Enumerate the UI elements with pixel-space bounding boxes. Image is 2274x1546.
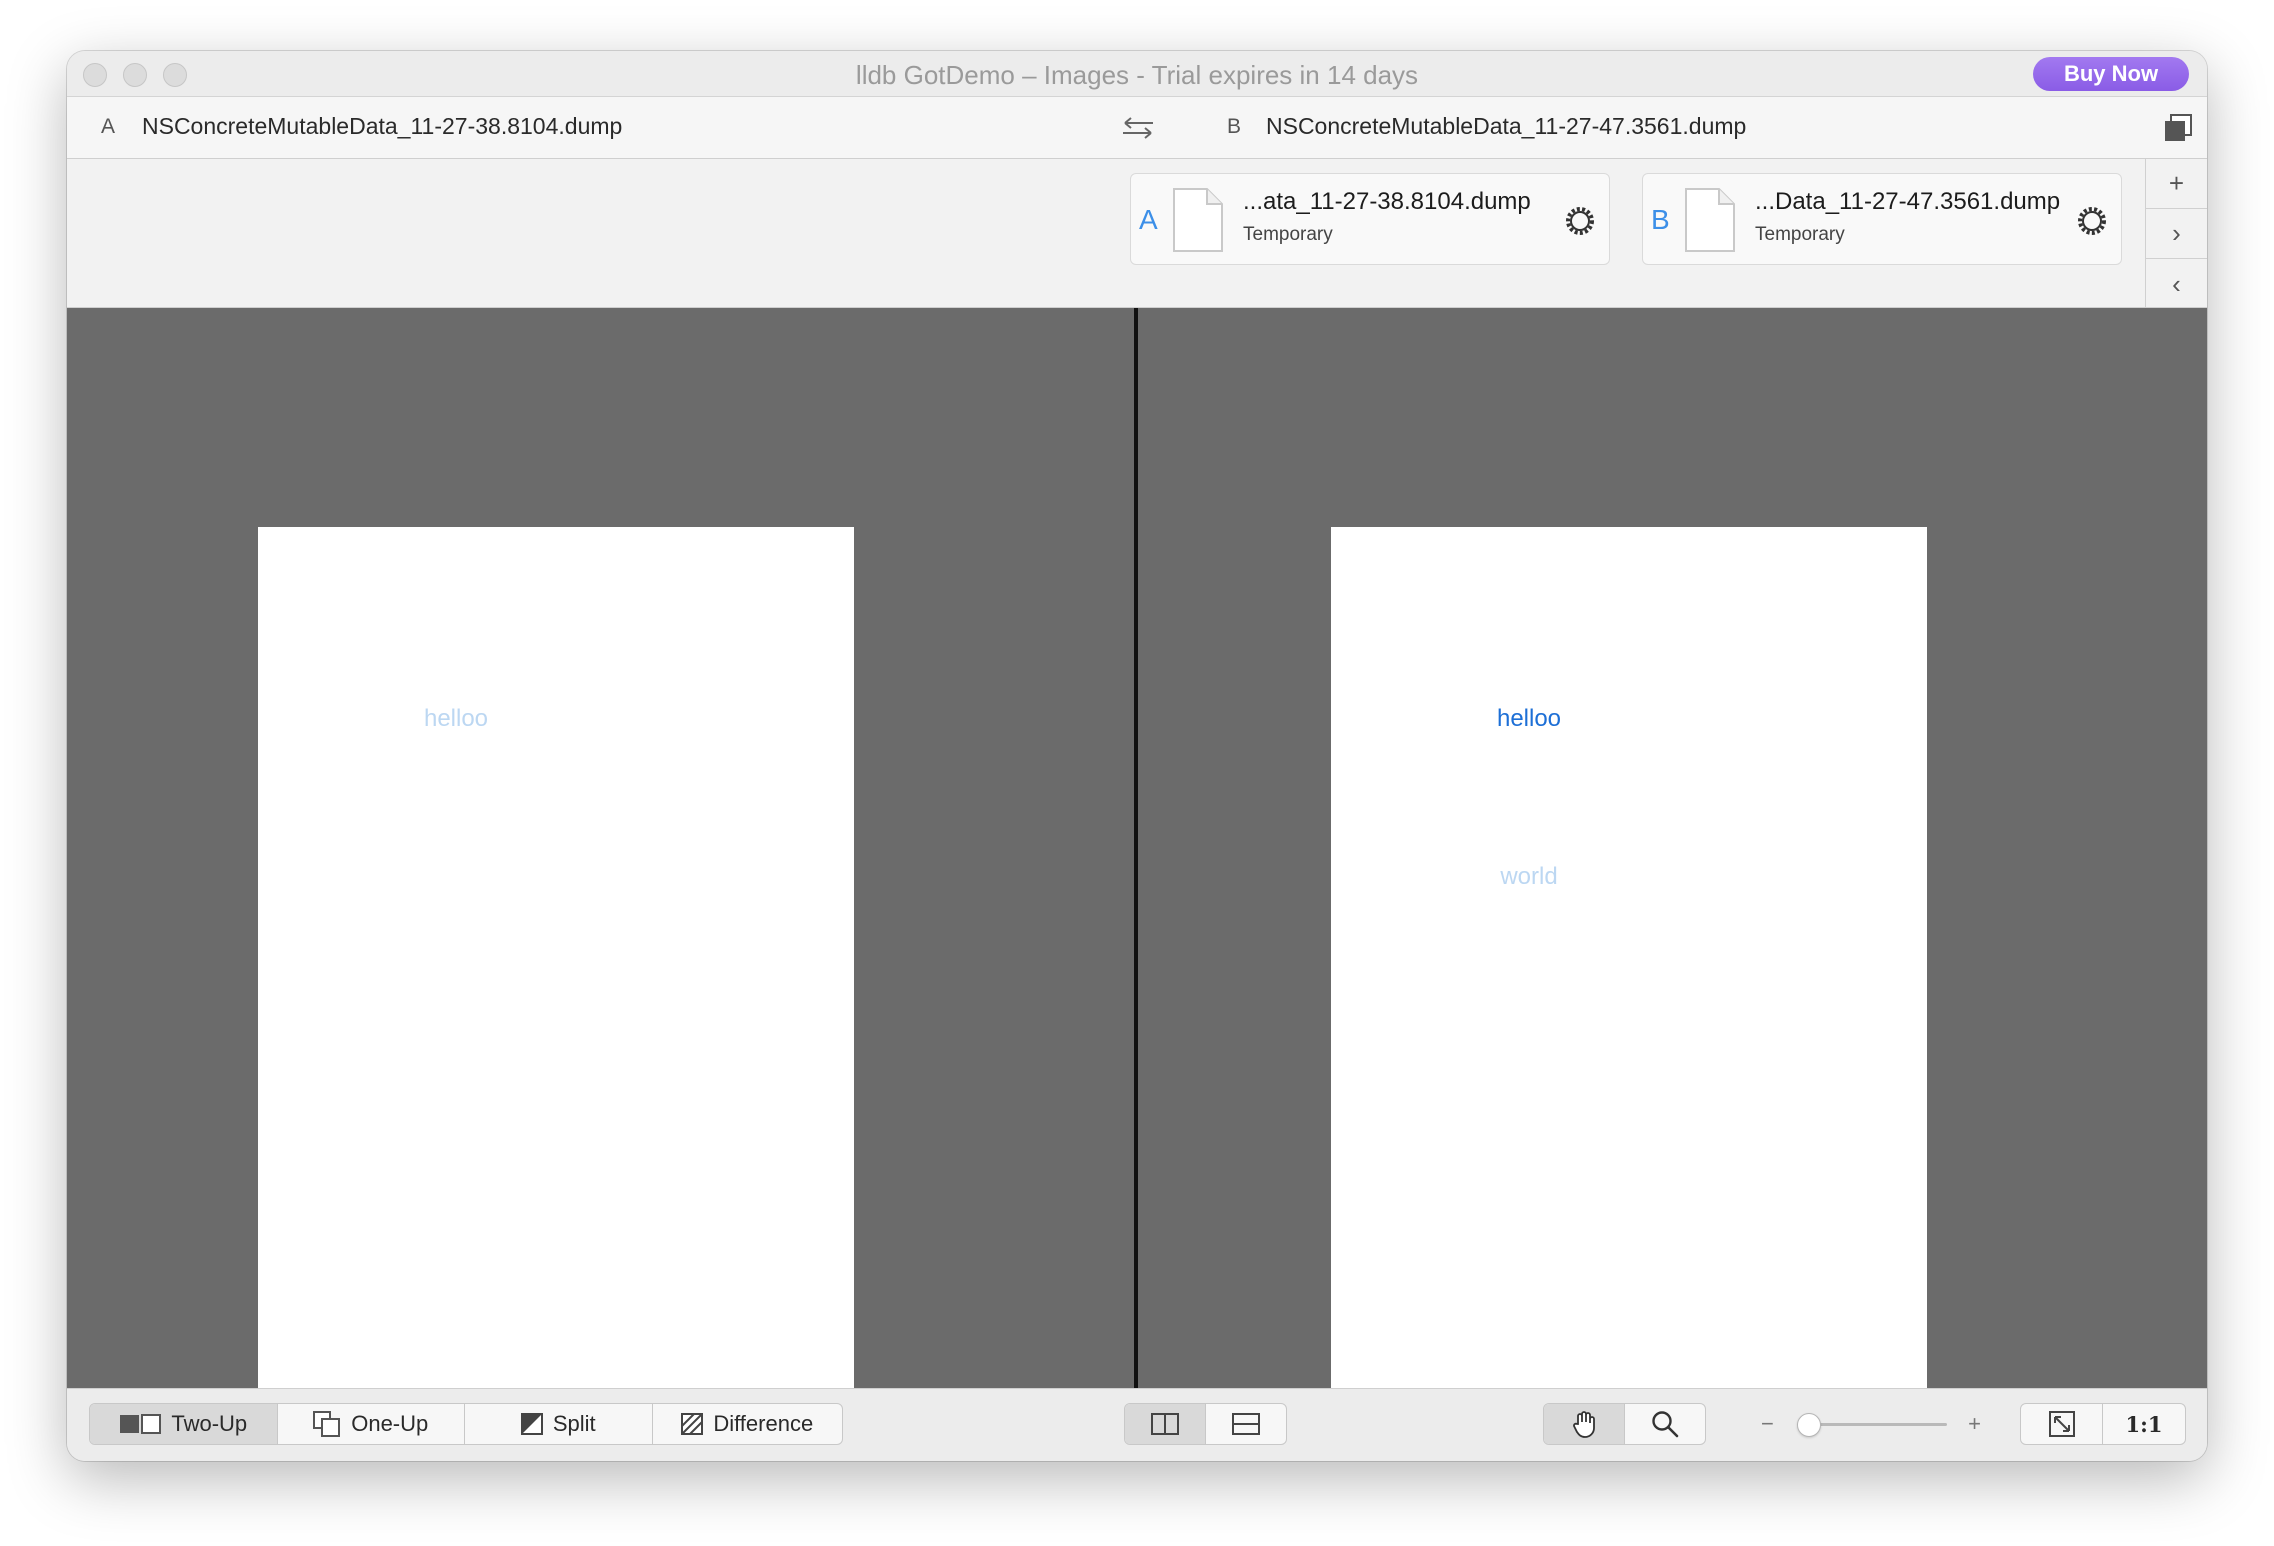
- file-card-type: Temporary: [1755, 224, 1845, 245]
- file-card-letter: B: [1651, 204, 1670, 235]
- mode-two-up[interactable]: Two-Up: [90, 1404, 278, 1444]
- zoom-in-label: +: [1968, 1411, 1981, 1436]
- file-card-letter: A: [1139, 204, 1158, 235]
- mode-one-up-label: One-Up: [351, 1411, 429, 1436]
- image-canvas[interactable]: helloo helloo world: [67, 308, 2207, 1388]
- mode-difference-label: Difference: [713, 1411, 814, 1436]
- document-icon: [1173, 188, 1223, 252]
- zoom-fit-selector: 1:1: [2020, 1403, 2186, 1445]
- swap-arrows-icon[interactable]: [1119, 115, 1157, 141]
- columns-layout-icon: [1151, 1413, 1179, 1435]
- gear-icon[interactable]: [1563, 204, 1597, 238]
- mode-split-label: Split: [552, 1411, 596, 1436]
- copy-icon[interactable]: [2163, 113, 2193, 143]
- file-card-name: ...Data_11-27-47.3561.dump: [1755, 188, 2061, 215]
- rows-layout-icon: [1232, 1413, 1260, 1435]
- split-icon: [520, 1413, 543, 1435]
- image-b-text-world: world: [1500, 863, 1558, 890]
- tool-selector: [1543, 1403, 1706, 1445]
- file-card-b[interactable]: B ...Data_11-27-47.3561.dump Temporary: [1642, 173, 2122, 265]
- zoom-knob[interactable]: [1797, 1413, 1821, 1437]
- next-button[interactable]: ›: [2146, 209, 2207, 259]
- image-b-text-helloo: helloo: [1496, 705, 1562, 732]
- image-a-page: helloo: [258, 527, 854, 1388]
- image-a-text-helloo: helloo: [423, 705, 489, 732]
- path-a-name[interactable]: NSConcreteMutableData_11-27-38.8104.dump: [142, 113, 622, 140]
- hand-icon: [1573, 1411, 1595, 1438]
- mode-two-up-label: Two-Up: [171, 1411, 248, 1436]
- path-a-letter: A: [101, 115, 116, 138]
- previous-button[interactable]: ‹: [2146, 259, 2207, 309]
- zoom-out-label: −: [1761, 1411, 1774, 1436]
- layout-selector: [1124, 1403, 1287, 1445]
- path-b-letter: B: [1227, 115, 1242, 138]
- magnifier-icon: [1652, 1411, 1679, 1438]
- mode-split[interactable]: Split: [465, 1404, 653, 1444]
- file-card-a[interactable]: A ...ata_11-27-38.8104.dump Temporary: [1130, 173, 1610, 265]
- gear-icon[interactable]: [2075, 204, 2109, 238]
- app-window: lldb GotDemo – Images - Trial expires in…: [67, 51, 2207, 1461]
- actual-size-button[interactable]: 1:1: [2103, 1404, 2185, 1444]
- files-strip: A ...ata_11-27-38.8104.dump Temporary B …: [67, 159, 2145, 352]
- split-divider[interactable]: [1134, 308, 1138, 1388]
- mode-one-up[interactable]: One-Up: [278, 1404, 465, 1444]
- hand-tool-button[interactable]: [1544, 1404, 1625, 1444]
- view-mode-selector: Two-Up One-Up Split Difference: [89, 1403, 843, 1445]
- difference-icon: [681, 1413, 704, 1435]
- zoom-tool-button[interactable]: [1625, 1404, 1705, 1444]
- mode-difference[interactable]: Difference: [653, 1404, 843, 1444]
- file-card-name: ...ata_11-27-38.8104.dump: [1243, 188, 1531, 215]
- two-up-icon: [120, 1414, 162, 1434]
- zoom-slider[interactable]: − +: [1761, 1403, 1981, 1445]
- layout-side-by-side[interactable]: [1125, 1404, 1206, 1444]
- file-card-type: Temporary: [1243, 224, 1333, 245]
- fit-to-window-button[interactable]: [2021, 1404, 2103, 1444]
- side-buttons: + › ‹: [2145, 159, 2207, 308]
- path-bar: A NSConcreteMutableData_11-27-38.8104.du…: [67, 97, 2207, 159]
- expand-icon: [2048, 1411, 2075, 1437]
- layout-stacked[interactable]: [1206, 1404, 1286, 1444]
- path-b-name[interactable]: NSConcreteMutableData_11-27-47.3561.dump: [1266, 113, 1746, 140]
- buy-now-button[interactable]: Buy Now: [2033, 57, 2189, 91]
- add-file-button[interactable]: +: [2146, 159, 2207, 209]
- bottom-toolbar: Two-Up One-Up Split Difference − + 1:1: [67, 1388, 2207, 1461]
- document-icon: [1685, 188, 1735, 252]
- window-title: lldb GotDemo – Images - Trial expires in…: [855, 60, 1419, 90]
- one-up-icon: [313, 1411, 341, 1437]
- image-b-page: helloo world: [1331, 527, 1927, 1388]
- title-bar: lldb GotDemo – Images - Trial expires in…: [67, 51, 2207, 97]
